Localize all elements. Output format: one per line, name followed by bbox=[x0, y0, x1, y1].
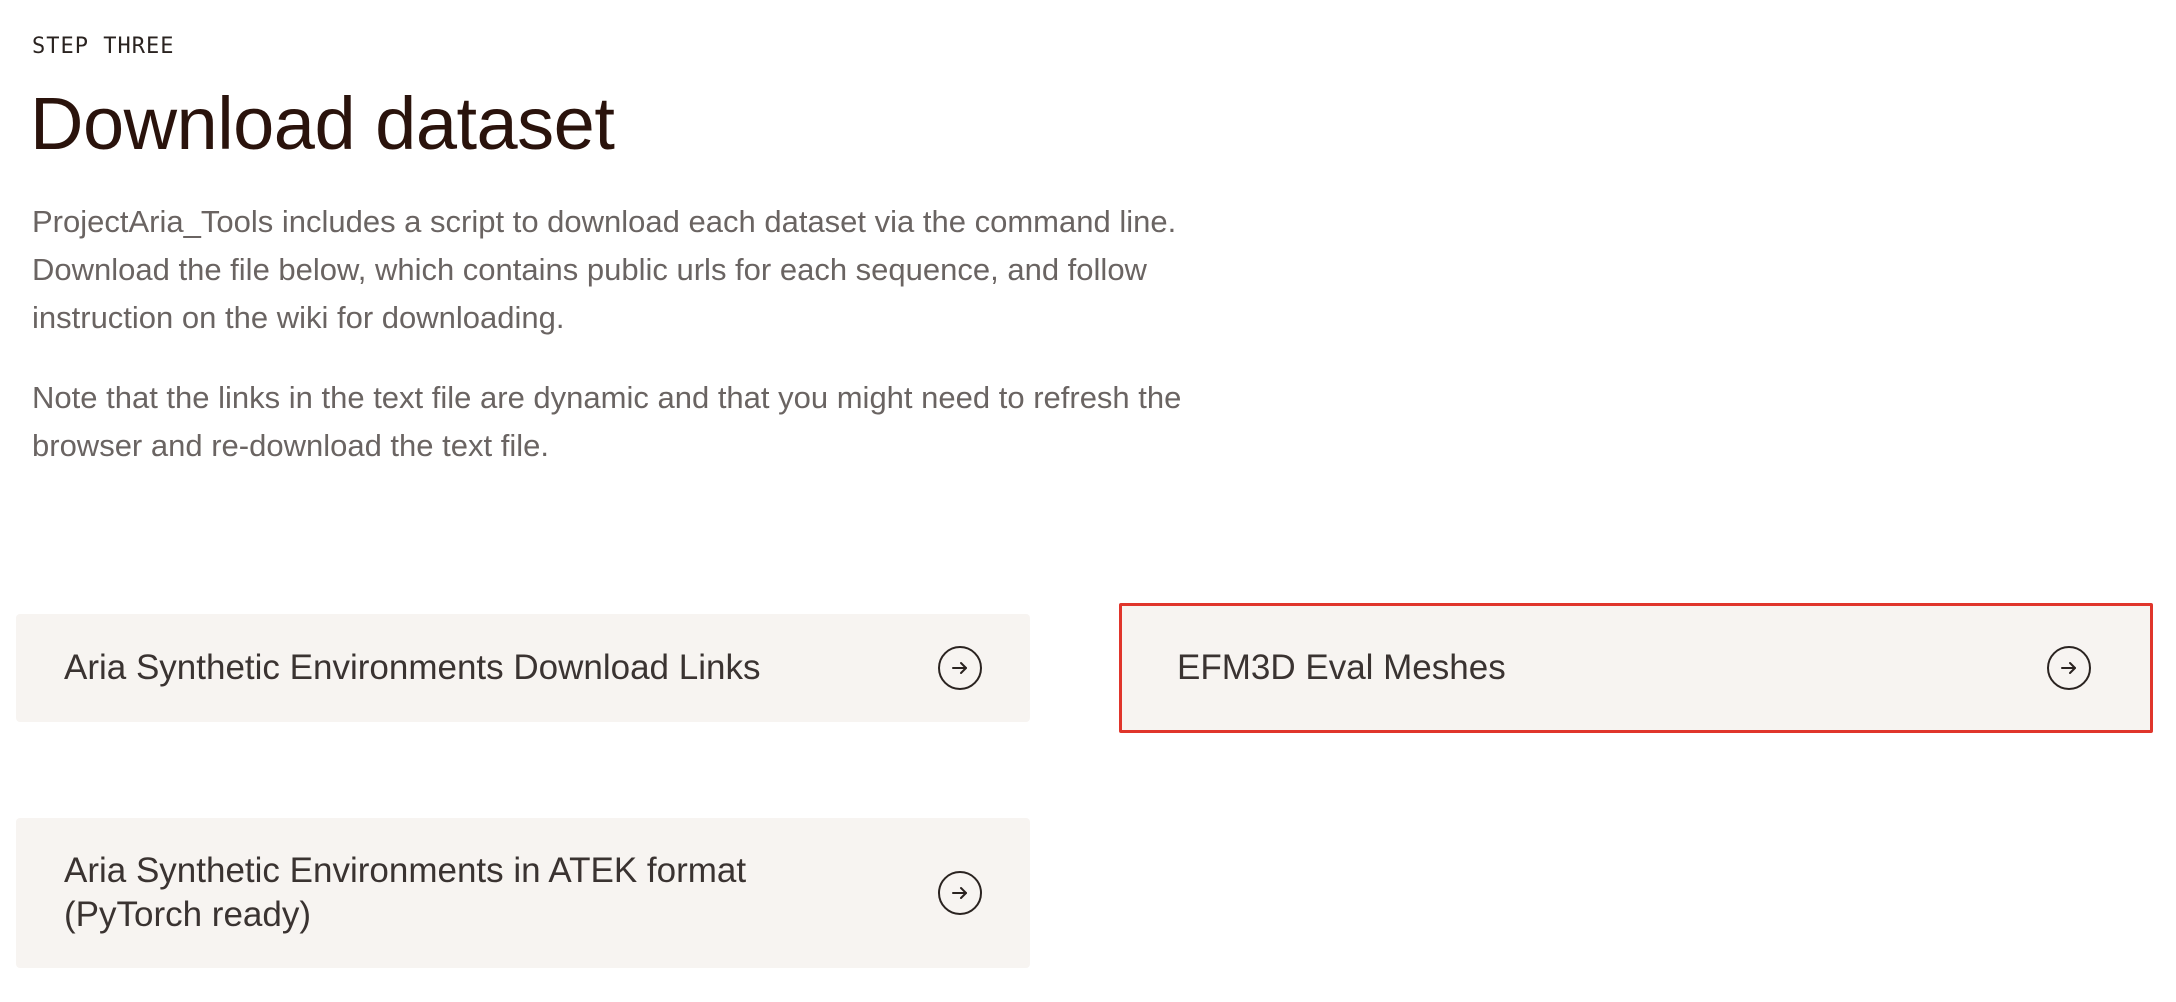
arrow-right-circle-icon bbox=[2047, 646, 2091, 690]
step-label: STEP THREE bbox=[32, 34, 175, 59]
page-title: Download dataset bbox=[30, 82, 615, 165]
download-card-ase-links[interactable]: Aria Synthetic Environments Download Lin… bbox=[16, 614, 1030, 722]
intro-paragraph: ProjectAria_Tools includes a script to d… bbox=[32, 204, 1177, 335]
download-card-label: Aria Synthetic Environments in ATEK form… bbox=[64, 851, 747, 934]
download-card-ase-atek-format[interactable]: Aria Synthetic Environments in ATEK form… bbox=[16, 818, 1030, 968]
download-dataset-page: STEP THREE Download dataset ProjectAria_… bbox=[0, 0, 2176, 1002]
download-card-label: EFM3D Eval Meshes bbox=[1177, 648, 1506, 687]
download-card-efm3d-eval-meshes[interactable]: EFM3D Eval Meshes bbox=[1119, 603, 2153, 733]
arrow-right-circle-icon bbox=[938, 871, 982, 915]
arrow-right-circle-icon bbox=[938, 646, 982, 690]
note-paragraph: Note that the links in the text file are… bbox=[32, 380, 1182, 463]
download-card-label: Aria Synthetic Environments Download Lin… bbox=[64, 648, 761, 687]
